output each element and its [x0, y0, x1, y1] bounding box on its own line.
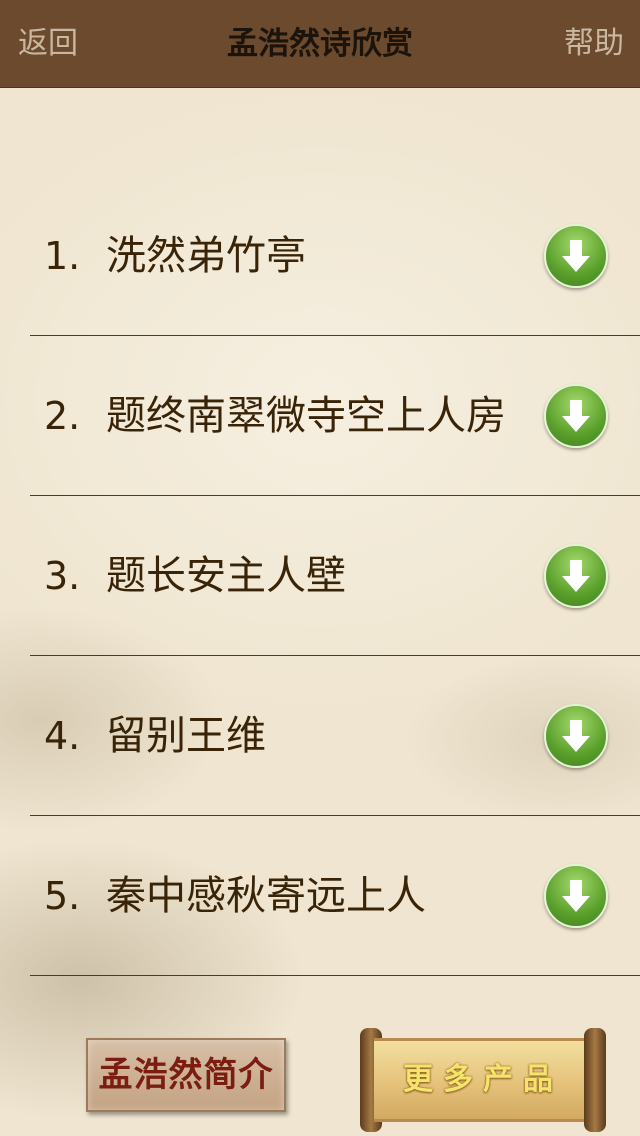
list-item-number: 4. [44, 714, 81, 758]
list-item-number: 3. [44, 554, 81, 598]
list-item[interactable]: 1. 洗然弟竹亭 [30, 176, 640, 336]
download-button[interactable] [544, 224, 608, 288]
scroll-rod-icon [584, 1028, 606, 1132]
list-item[interactable]: 3. 题长安主人壁 [30, 496, 640, 656]
download-arrow-icon [562, 240, 590, 272]
list-item-title: 题终南翠微寺空上人房 [106, 393, 506, 439]
page-title: 孟浩然诗欣赏 [227, 26, 413, 62]
list-item-number: 1. [44, 234, 81, 278]
download-arrow-icon [562, 400, 590, 432]
list-item-number: 2. [44, 394, 81, 438]
help-button[interactable]: 帮助 [564, 22, 624, 66]
list-item[interactable]: 4. 留别王维 [30, 656, 640, 816]
more-products-label: 更多产品 [374, 1038, 592, 1122]
download-arrow-icon [562, 880, 590, 912]
download-button[interactable] [544, 704, 608, 768]
download-arrow-icon [562, 560, 590, 592]
download-button[interactable] [544, 544, 608, 608]
download-arrow-icon [562, 720, 590, 752]
poem-list: 1. 洗然弟竹亭 2. 题终南翠微寺空上人房 3. 题长安主人壁 4. 留别王维 [0, 176, 640, 976]
list-item-title: 洗然弟竹亭 [106, 233, 306, 279]
list-item-title: 题长安主人壁 [106, 553, 346, 599]
navigation-bar: 返回 孟浩然诗欣赏 帮助 [0, 0, 640, 88]
more-products-button[interactable]: 更多产品 [360, 1028, 606, 1132]
list-item[interactable]: 5. 秦中感秋寄远上人 [30, 816, 640, 976]
bottom-bar: 孟浩然简介 更多产品 [0, 1020, 640, 1136]
list-item-number: 5. [44, 874, 81, 918]
download-button[interactable] [544, 864, 608, 928]
list-item[interactable]: 2. 题终南翠微寺空上人房 [30, 336, 640, 496]
list-item-title: 留别王维 [106, 713, 266, 759]
download-button[interactable] [544, 384, 608, 448]
poet-intro-button[interactable]: 孟浩然简介 [86, 1038, 286, 1112]
list-item-title: 秦中感秋寄远上人 [106, 873, 426, 919]
